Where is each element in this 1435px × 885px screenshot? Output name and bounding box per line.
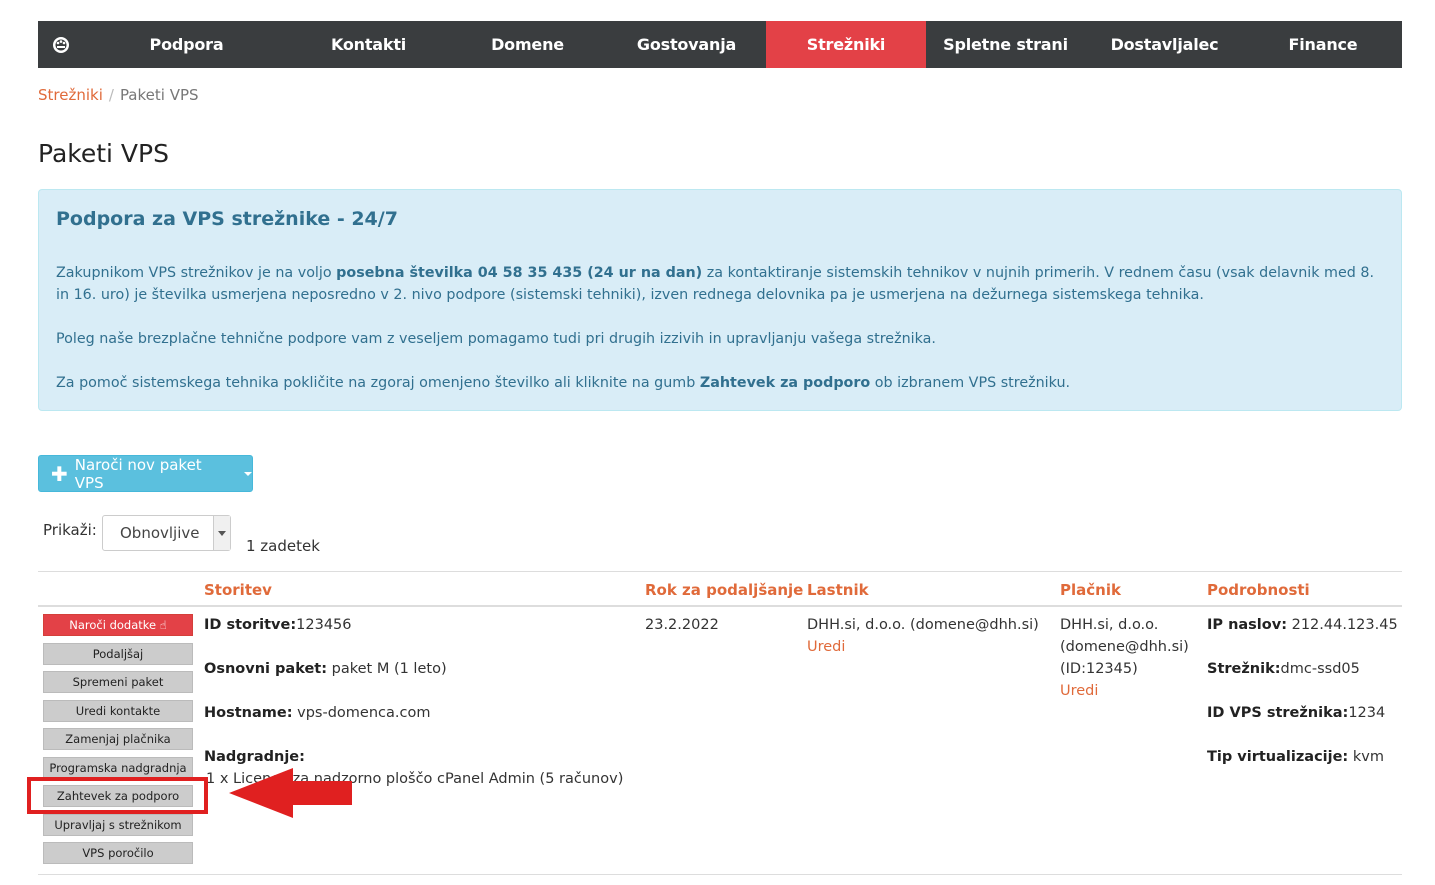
vps-report-button[interactable]: VPS poročilo [43,842,193,864]
red-arrow-icon [229,768,352,818]
header-placnik: Plačnik [1060,581,1121,599]
breadcrumb-separator: / [108,86,114,104]
breadcrumb-current: Paketi VPS [119,86,199,104]
nav-item-podpora[interactable]: Podpora [84,21,289,68]
page-title: Paketi VPS [38,139,169,168]
change-package-button[interactable]: Spremeni paket [43,671,193,693]
renew-button[interactable]: Podaljšaj [43,642,193,665]
breadcrumb-strezniki[interactable]: Strežniki [38,86,103,104]
service-hostname: Hostname: vps-domenca.com [204,705,431,721]
header-storitev: Storitev [204,581,272,599]
service-cell: ID storitve:123456 Osnovni paket: paket … [204,614,634,790]
service-upgrades-label: Nadgradnje: [204,749,305,765]
dashboard-icon [53,36,69,53]
table-divider [38,571,1402,572]
manage-server-button[interactable]: Upravljaj s strežnikom [43,813,193,836]
nav-item-finance[interactable]: Finance [1244,21,1402,68]
highlight-box [27,777,208,814]
nav-item-gostovanja[interactable]: Gostovanja [607,21,766,68]
table-bottom-line [38,874,1402,875]
service-id: ID storitve:123456 [204,617,352,633]
order-vps-label: Naroči nov paket VPS [74,455,202,492]
alert-paragraph-3: Za pomoč sistemskega tehnika pokličite n… [56,375,1071,391]
detail-server: Strežnik:dmc-ssd05 [1207,661,1360,677]
nav-item-spletne-strani[interactable]: Spletne strani [926,21,1085,68]
service-package: Osnovni paket: paket M (1 leto) [204,661,447,677]
order-vps-button[interactable]: ✚ Naroči nov paket VPS [38,455,253,492]
detail-vps-id: ID VPS strežnika:1234 [1207,705,1386,721]
payer-cell: DHH.si, d.o.o. (domene@dhh.si) (ID:12345… [1060,614,1200,702]
alert-title: Podpora za VPS strežnike - 24/7 [56,208,398,230]
payer-name: DHH.si, d.o.o. [1060,617,1159,633]
table-header-line [38,605,1402,607]
main-nav: Podpora Kontakti Domene Gostovanja Strež… [38,21,1402,68]
alert-paragraph-1: Zakupnikom VPS strežnikov je na voljo po… [56,265,1375,303]
header-podrobnosti: Podrobnosti [1207,581,1310,599]
row-actions: Naroči dodatke ☝ Podaljšaj Spremeni pake… [43,614,193,871]
renewal-date: 23.2.2022 [645,617,719,633]
payer-edit-link[interactable]: Uredi [1060,680,1200,702]
payer-id: (ID:12345) [1060,661,1138,677]
nav-item-dostavljalec[interactable]: Dostavljalec [1085,21,1244,68]
header-lastnik: Lastnik [807,581,869,599]
owner-cell: DHH.si, d.o.o. (domene@dhh.si) Uredi [807,614,1052,658]
alert-paragraph-2: Poleg naše brezplačne tehnične podpore v… [56,331,936,347]
filter-select[interactable]: Obnovljive [102,515,231,551]
edit-contacts-button[interactable]: Uredi kontakte [43,699,193,722]
owner-name: DHH.si, d.o.o. (domene@dhh.si) [807,617,1039,633]
caret-down-icon [244,471,252,476]
details-cell: IP naslov: 212.44.123.45 Strežnik:dmc-ss… [1207,614,1402,768]
payer-email: (domene@dhh.si) [1060,639,1189,655]
filter-selected-value: Obnovljive [120,524,200,542]
plus-icon: ✚ [51,461,68,486]
nav-item-domene[interactable]: Domene [448,21,607,68]
hand-pointer-icon: ☝ [159,618,167,632]
select-arrow-icon [213,516,230,550]
support-info-alert: Podpora za VPS strežnike - 24/7 Zakupnik… [38,189,1402,411]
breadcrumb: Strežniki / Paketi VPS [38,86,199,104]
header-rok: Rok za podaljšanje [645,581,804,599]
software-upgrade-button[interactable]: Programska nadgradnja [43,756,193,779]
detail-virtualization: Tip virtualizacije: kvm [1207,749,1384,765]
support-phone: posebna številka 04 58 35 435 (24 ur na … [336,265,703,281]
nav-item-kontakti[interactable]: Kontakti [289,21,448,68]
change-payer-button[interactable]: Zamenjaj plačnika [43,728,193,750]
home-link[interactable] [38,21,84,68]
owner-edit-link[interactable]: Uredi [807,636,1052,658]
nav-item-strezniki[interactable]: Strežniki [766,21,926,68]
order-addons-button[interactable]: Naroči dodatke ☝ [43,614,193,636]
filter-label: Prikaži: [43,521,97,539]
result-count: 1 zadetek [246,537,320,555]
detail-ip: IP naslov: 212.44.123.45 [1207,617,1398,633]
